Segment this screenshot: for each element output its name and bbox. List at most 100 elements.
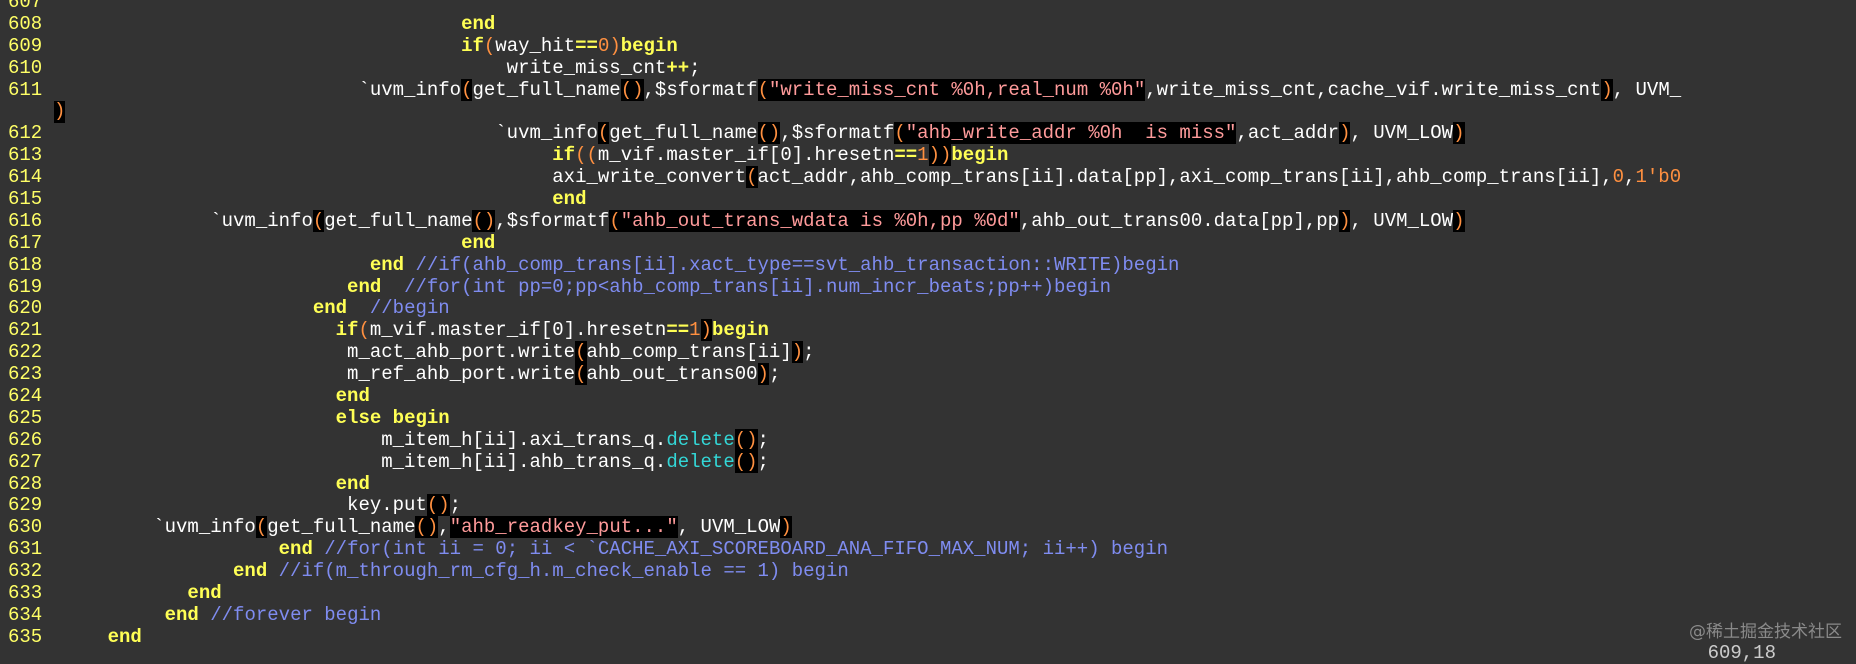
code-token: , — [438, 516, 450, 539]
code-text: end — [62, 385, 370, 407]
code-text: end //for(int pp=0;pp<ahb_comp_trans[ii]… — [62, 276, 1111, 298]
code-line[interactable]: 621 if(m_vif.master_if[0].hresetn==1)beg… — [0, 319, 1856, 342]
code-token: ( — [597, 122, 610, 145]
code-line[interactable]: 619 end //for(int pp=0;pp<ahb_comp_trans… — [0, 276, 1856, 299]
code-line[interactable]: 624 end — [0, 385, 1856, 408]
line-number: 614 — [8, 166, 43, 189]
code-text: key.put(); — [62, 494, 461, 517]
line-number: 617 — [8, 231, 43, 254]
code-token: m_act_ahb_port.write — [62, 341, 576, 364]
code-line[interactable]: 625 else begin — [0, 407, 1856, 430]
code-token: , UVM_LOW — [1350, 209, 1454, 232]
code-text: end //for(int ii = 0; ii < `CACHE_AXI_SC… — [62, 538, 1168, 560]
line-number: 633 — [8, 582, 43, 605]
line-number: 609 — [8, 34, 43, 57]
code-line[interactable]: 611 `uvm_info(get_full_name(),$sformatf(… — [0, 78, 1856, 102]
code-line[interactable]: 612 `uvm_info(get_full_name(),$sformatf(… — [0, 122, 1856, 145]
code-token: "ahb_write_addr %0h is miss" — [905, 122, 1237, 145]
code-token: delete — [666, 450, 735, 473]
code-token: end — [335, 385, 370, 408]
code-token: , UVM_ — [1612, 78, 1682, 101]
code-token: ,act_addr — [1236, 122, 1340, 145]
code-line[interactable]: 633 end — [0, 582, 1856, 605]
code-token: ( — [609, 209, 621, 232]
code-line[interactable]: 627 m_item_h[ii].ahb_trans_q.delete(); — [0, 450, 1856, 474]
code-token: get_full_name — [324, 209, 473, 232]
code-token: end — [335, 472, 370, 495]
code-line[interactable]: 622 m_act_ahb_port.write(ahb_comp_trans[… — [0, 341, 1856, 364]
code-line[interactable]: 628 end — [0, 472, 1856, 496]
code-line[interactable]: 629 key.put(); — [0, 494, 1856, 517]
code-line[interactable]: 610 write_miss_cnt++; — [0, 57, 1856, 80]
code-token: ,write_miss_cnt,cache_vif.write_miss_cnt — [1145, 78, 1602, 101]
code-token: "ahb_out_trans_wdata is %0h,pp %0d" — [620, 209, 1020, 232]
code-line[interactable]: ) — [0, 101, 1856, 124]
code-line[interactable]: 635 end — [0, 625, 1856, 649]
code-line[interactable]: 620 end //begin — [0, 298, 1856, 320]
code-token: key.put — [62, 494, 427, 517]
code-line[interactable]: 626 m_item_h[ii].axi_trans_q.delete(); — [0, 428, 1856, 452]
code-line[interactable]: 608 end — [0, 12, 1856, 36]
code-token: end — [461, 231, 496, 254]
code-text: end — [62, 188, 586, 210]
code-line[interactable]: 632 end //if(m_through_rm_cfg_h.m_check_… — [0, 560, 1856, 583]
code-line[interactable]: 617 end — [0, 231, 1856, 255]
line-number: 630 — [8, 516, 43, 539]
code-token: `uvm_info — [62, 209, 313, 232]
code-token: axi_write_convert — [62, 166, 747, 189]
code-line[interactable]: 631 end //for(int ii = 0; ii < `CACHE_AX… — [0, 538, 1856, 561]
line-number: 620 — [8, 297, 43, 320]
line-number: 612 — [8, 122, 43, 145]
code-token: () — [426, 494, 450, 517]
code-token: ) — [780, 516, 792, 539]
code-token: ( — [483, 34, 496, 57]
code-token: end — [107, 625, 142, 648]
code-token: m_vif.master_if[0].hresetn — [369, 319, 667, 342]
code-token: == — [666, 319, 690, 342]
code-text: if((m_vif.master_if[0].hresetn==1))begin — [62, 144, 1008, 167]
code-line[interactable]: 618 end //if(ahb_comp_trans[ii].xact_typ… — [0, 253, 1856, 277]
code-line[interactable]: 630 `uvm_info(get_full_name(),"ahb_readk… — [0, 516, 1856, 539]
code-text: else begin — [62, 407, 450, 429]
code-line[interactable]: 614 axi_write_convert(act_addr,ahb_comp_… — [0, 166, 1856, 189]
code-token: m_item_h[ii].axi_trans_q. — [62, 428, 667, 451]
code-line[interactable]: 607 — [0, 0, 1856, 14]
code-line[interactable]: 616 `uvm_info(get_full_name(),$sformatf(… — [0, 209, 1856, 233]
code-token: ) — [1339, 209, 1351, 232]
code-text: if(m_vif.master_if[0].hresetn==1)begin — [62, 319, 769, 342]
code-token: == — [575, 34, 598, 57]
code-token: //forever begin — [210, 603, 382, 626]
line-number: 626 — [8, 428, 43, 451]
code-token: ; — [768, 363, 781, 386]
code-line[interactable]: 609 if(way_hit==0)begin — [0, 34, 1856, 58]
line-number: 608 — [8, 12, 43, 35]
code-editor[interactable]: 607 608 end 609 if(way_hit==0)begin 610 wri… — [0, 0, 1856, 649]
code-token: ) — [1453, 122, 1465, 145]
watermark-text: @稀土掘金技术社区 — [1689, 622, 1842, 642]
code-token: (( — [575, 144, 598, 167]
line-number: 618 — [8, 253, 43, 276]
code-token: m_item_h[ii].ahb_trans_q. — [62, 450, 667, 473]
code-token: if — [335, 319, 359, 342]
code-line[interactable]: 634 end //forever begin — [0, 603, 1856, 627]
line-number: 611 — [8, 78, 43, 101]
code-token: ahb_out_trans00 — [586, 363, 758, 386]
code-text: axi_write_convert(act_addr,ahb_comp_tran… — [62, 166, 1681, 189]
line-number: 635 — [8, 625, 43, 648]
code-text: m_item_h[ii].ahb_trans_q.delete(); — [62, 450, 769, 473]
code-token: ( — [255, 516, 268, 539]
code-line[interactable]: 613 if((m_vif.master_if[0].hresetn==1))b… — [0, 144, 1856, 167]
code-text: `uvm_info(get_full_name(),$sformatf("ahb… — [62, 209, 1465, 232]
code-line[interactable]: 623 m_ref_ahb_port.write(ahb_out_trans00… — [0, 363, 1856, 386]
code-token: () — [757, 122, 781, 145]
code-line[interactable]: 615 end — [0, 188, 1856, 211]
code-token: begin — [711, 319, 769, 342]
